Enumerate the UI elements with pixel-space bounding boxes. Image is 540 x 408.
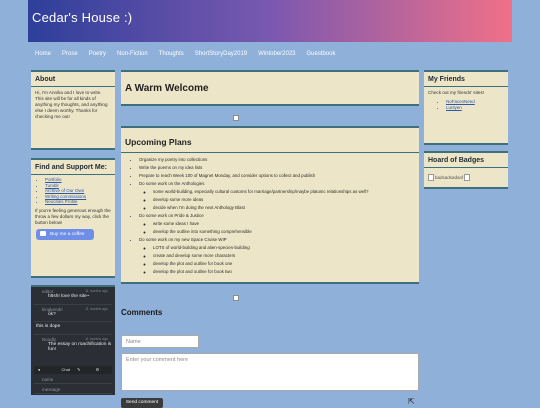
plan-subitem: decide when I'm doing the next Anthology…: [153, 204, 419, 212]
link-tumblr[interactable]: Tumblr: [45, 183, 59, 188]
chat-name-placeholder: name: [42, 377, 54, 382]
support-links: Portfolio Tumblr Archive of Our Own Writ…: [45, 177, 115, 205]
plan-subitem: develop the plot and outline for book on…: [153, 260, 419, 268]
chat-time: 11 months ago: [85, 336, 108, 341]
support-text: If you're feeling generous enough the th…: [35, 207, 111, 225]
link-commissions[interactable]: Writing commissions: [45, 194, 86, 199]
badges-heading: Hoard of Badges: [424, 153, 508, 168]
badge-alt-text: badsadsadsaf: [435, 175, 464, 180]
broken-image-icon: [233, 295, 239, 301]
about-heading: About: [31, 72, 115, 87]
chat-message: this is dope: [34, 322, 112, 335]
chat-text: ok?: [48, 311, 56, 317]
chat-message-placeholder: message: [42, 387, 61, 392]
send-comment-button[interactable]: Send comment: [121, 398, 163, 408]
plans-list: Organize my poetry into collections Writ…: [139, 156, 419, 276]
name-placeholder: Name: [126, 339, 141, 345]
site-title[interactable]: Cedar's House :): [32, 10, 132, 25]
coffee-cup-icon: [40, 230, 46, 236]
main-nav: Home Prose Poetry Non-Fiction Thoughts S…: [28, 46, 512, 62]
friend-link[interactable]: Lunlyen: [446, 105, 462, 110]
friends-panel: My Friends Check out my friends' sites! …: [424, 70, 508, 145]
plan-item: Do some work on my new Space Cruise WIP …: [139, 236, 419, 276]
nav-prose[interactable]: Prose: [62, 46, 78, 62]
plan-item-text: Do some work on my new Space Cruise WIP: [139, 237, 227, 242]
link-neocities[interactable]: Neocities Profile: [45, 199, 78, 204]
chat-name-input[interactable]: name: [34, 376, 112, 384]
plan-subitem: develop some more ideas: [153, 196, 419, 204]
plan-item: Do some work on the Anthologies some wor…: [139, 180, 419, 212]
friend-link[interactable]: NoFacesNeed: [446, 99, 475, 104]
plans-title: Upcoming Plans: [121, 128, 419, 153]
plan-item-text: Do some work on Pride & Justice: [139, 213, 204, 218]
nav-home[interactable]: Home: [35, 46, 51, 62]
friends-heading: My Friends: [424, 72, 508, 87]
edit-icon[interactable]: ✎: [77, 367, 80, 372]
comment-name-input[interactable]: Name: [121, 335, 199, 348]
buy-coffee-button[interactable]: Buy me a coffee: [36, 228, 94, 240]
nav-thoughts[interactable]: Thoughts: [159, 46, 184, 62]
plan-item-text: Do some work on the Anthologies: [139, 181, 205, 186]
plan-item: Do some work on Pride & Justice write so…: [139, 212, 419, 236]
chat-text: this is dope: [36, 324, 61, 329]
chat-time: 11 months ago: [85, 306, 108, 311]
chat-text: h8sh! love the site~: [48, 294, 90, 299]
plan-subitem: develop the outline into something compr…: [153, 228, 419, 236]
site-header: Cedar's House :): [28, 0, 512, 42]
friends-links: NoFacesNeed Lunlyen: [446, 99, 508, 110]
plan-subitem: LOTS of world-building and alien-species…: [153, 244, 419, 252]
broken-image-icon: [428, 174, 434, 181]
badges-panel: Hoard of Badges badsadsadsaf: [424, 151, 508, 189]
broken-image-icon: [233, 115, 239, 121]
nav-wintober[interactable]: Wintober2023: [258, 46, 295, 62]
support-heading: Find and Support Me:: [31, 160, 115, 175]
chat-message: kingkendri 11 months ago ok?: [34, 305, 112, 322]
chat-time: 11 months ago: [85, 289, 108, 293]
broken-image-icon: [464, 174, 471, 181]
chat-message: editor 11 months ago h8sh! love the site…: [34, 287, 112, 305]
comment-textarea[interactable]: Enter your comment here: [121, 353, 419, 391]
plans-panel: Upcoming Plans Organize my poetry into c…: [121, 126, 419, 284]
plan-item: Organize my poetry into collections: [139, 156, 419, 164]
nav-poetry[interactable]: Poetry: [89, 46, 106, 62]
badge-image[interactable]: badsadsadsaf: [428, 174, 471, 181]
nav-shortstoryday[interactable]: ShortStoryDay2019: [195, 46, 247, 62]
buy-coffee-label: Buy me a coffee: [50, 231, 85, 237]
link-portfolio[interactable]: Portfolio: [45, 177, 62, 182]
chat-text: The essay on roachification is fun!: [48, 341, 112, 353]
plan-subitem: develop the plot and outline for book tw…: [153, 268, 419, 276]
nav-non-fiction[interactable]: Non-Fiction: [117, 46, 148, 62]
support-panel: Find and Support Me: Portfolio Tumblr Ar…: [31, 158, 115, 278]
friends-text: Check out my friends' sites!: [428, 90, 485, 95]
plan-subitem: some world-building, especially cultural…: [153, 188, 419, 196]
link-ao3[interactable]: Archive of Our Own: [45, 188, 84, 193]
welcome-panel: A Warm Welcome: [121, 70, 419, 106]
chat-message-input[interactable]: message: [34, 386, 112, 394]
comments-title: Comments: [121, 308, 163, 317]
chat-tab-label[interactable]: Chat: [62, 367, 70, 372]
about-text: Hi, I'm Annika and I love to write. This…: [35, 90, 108, 119]
plan-subitem: create and develop some more characters: [153, 252, 419, 260]
chat-message: Noodly 11 months ago The essay on roachi…: [34, 335, 112, 357]
settings-icon[interactable]: ⚙: [96, 367, 100, 372]
plan-item: Prepare to reach Week 100 of Magnet Mond…: [139, 172, 419, 180]
welcome-title: A Warm Welcome: [125, 83, 209, 94]
chat-widget: editor 11 months ago h8sh! love the site…: [31, 285, 115, 395]
comment-placeholder: Enter your comment here: [126, 357, 189, 363]
chat-toolbar: ● Chat ✎ ⚙: [34, 366, 112, 374]
plan-item: Write the poems on my idea lists: [139, 164, 419, 172]
nav-guestbook[interactable]: Guestbook: [307, 46, 336, 62]
plan-subitem: write some ideas I have: [153, 220, 419, 228]
about-panel: About Hi, I'm Annika and I love to write…: [31, 70, 115, 150]
user-icon[interactable]: ●: [38, 367, 40, 372]
